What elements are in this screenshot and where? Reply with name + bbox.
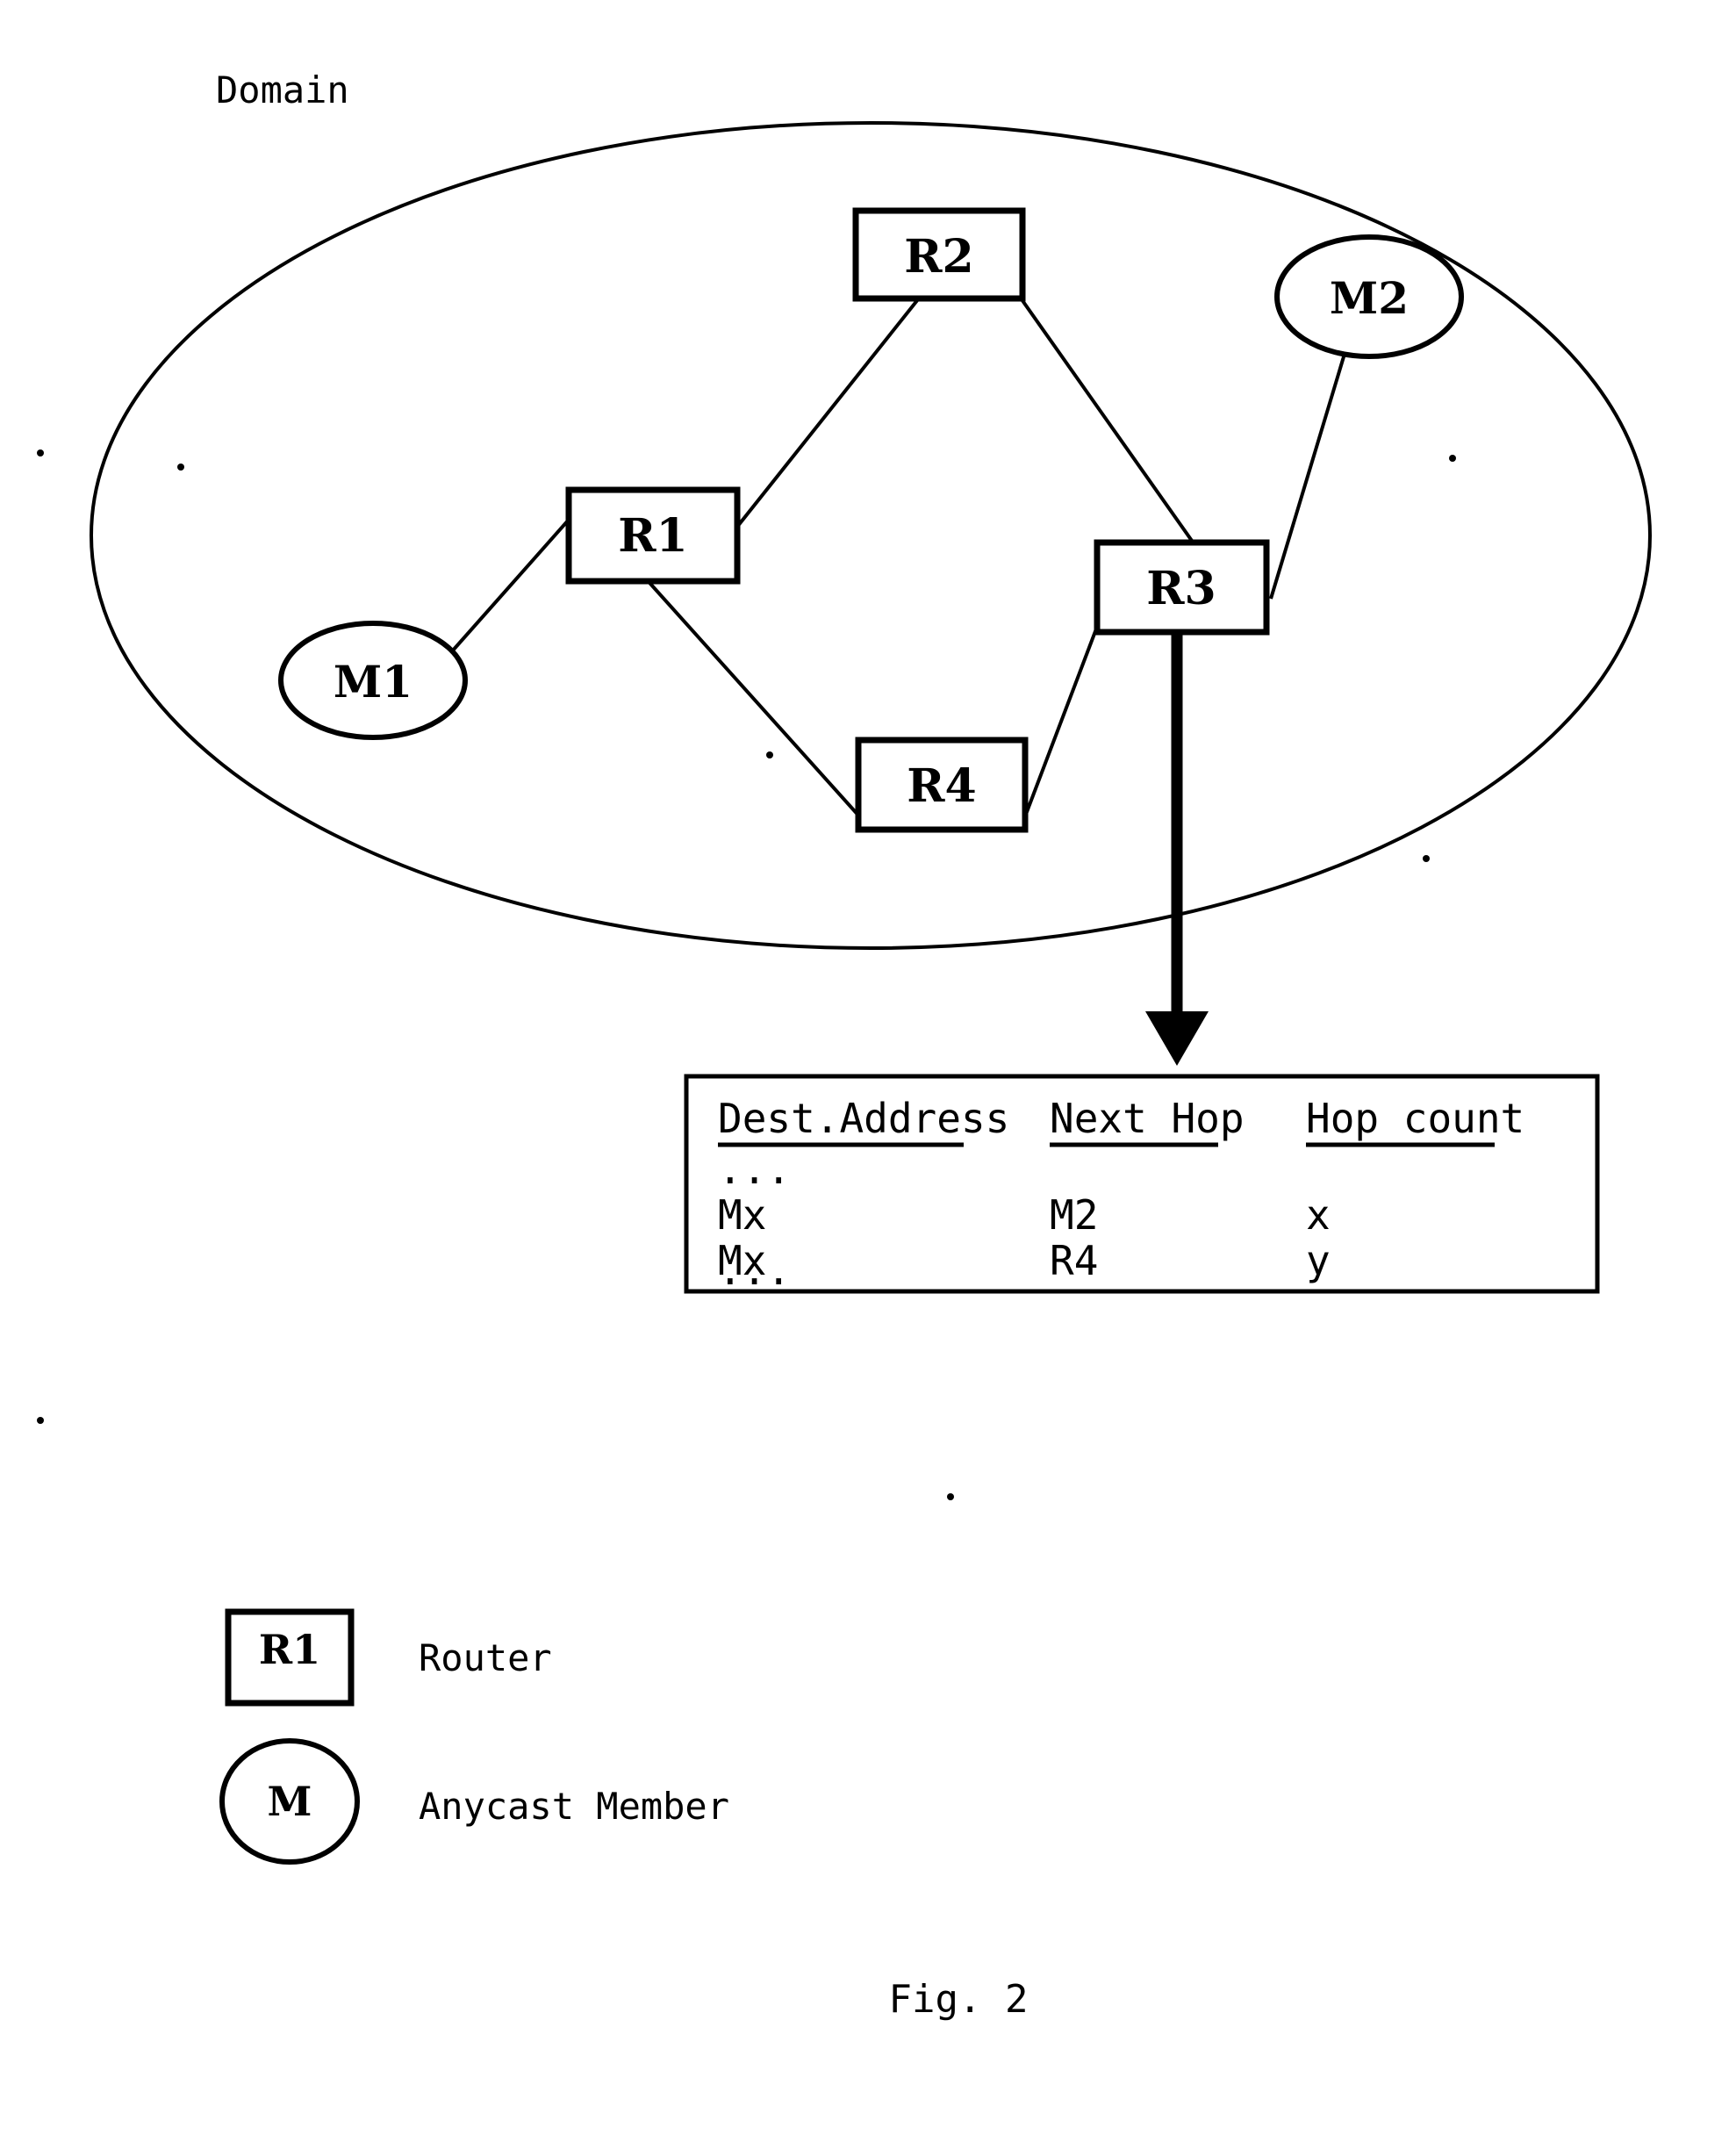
network-diagram: Domain R2 R1 R3 R4 M2 M1 Dest.Address Ne…: [37, 68, 1652, 2022]
cell-hop-count: y: [1306, 1237, 1331, 1284]
scan-speck: [766, 751, 773, 758]
member-node-m2[interactable]: M2: [1274, 234, 1464, 359]
router-node-r4[interactable]: R4: [855, 737, 1029, 833]
table-header-hop-count: Hop count: [1306, 1095, 1524, 1142]
scan-speck: [37, 449, 44, 456]
legend-member-label: Anycast Member: [419, 1785, 729, 1828]
router-label-r1: R1: [618, 509, 687, 563]
figure-caption: Fig. 2: [889, 1977, 1029, 2022]
scan-speck: [37, 1417, 44, 1424]
cell-next-hop: M2: [1050, 1191, 1098, 1239]
scan-speck: [1449, 455, 1456, 462]
scan-speck: [1423, 855, 1430, 862]
table-header-dest-address: Dest.Address: [718, 1095, 1009, 1142]
router-node-r3[interactable]: R3: [1094, 539, 1270, 636]
member-label-m1: M1: [334, 656, 412, 708]
table-row: ...: [718, 1146, 791, 1193]
router-label-r3: R3: [1146, 562, 1216, 615]
cell-dest-address: ...: [718, 1146, 791, 1193]
router-node-r1[interactable]: R1: [565, 486, 741, 585]
routing-table: Dest.Address Next Hop Hop count ... Mx M…: [684, 1074, 1600, 1294]
table-header-next-hop: Next Hop: [1050, 1095, 1245, 1142]
scan-speck: [947, 1493, 954, 1500]
member-node-m1[interactable]: M1: [278, 621, 468, 740]
legend-router-symbol: R1: [259, 1626, 320, 1673]
cell-dest-address: ...: [718, 1247, 791, 1294]
legend-item-anycast-member: M Anycast Member: [219, 1738, 729, 1865]
patent-figure-page: Domain R2 R1 R3 R4 M2 M1 Dest.Address Ne…: [0, 0, 1736, 2135]
router-node-r2[interactable]: R2: [852, 207, 1026, 302]
member-label-m2: M2: [1330, 272, 1409, 324]
scan-speck: [177, 464, 184, 471]
legend-item-router: R1 Router: [225, 1608, 552, 1707]
domain-label: Domain: [216, 68, 349, 111]
legend-member-symbol: M: [268, 1778, 312, 1825]
table-row: ...: [718, 1247, 791, 1294]
cell-hop-count: x: [1306, 1191, 1331, 1239]
router-label-r2: R2: [904, 230, 973, 284]
legend-router-label: Router: [419, 1636, 552, 1679]
cell-next-hop: R4: [1050, 1237, 1098, 1284]
cell-dest-address: Mx: [718, 1191, 766, 1239]
router-label-r4: R4: [907, 759, 976, 813]
